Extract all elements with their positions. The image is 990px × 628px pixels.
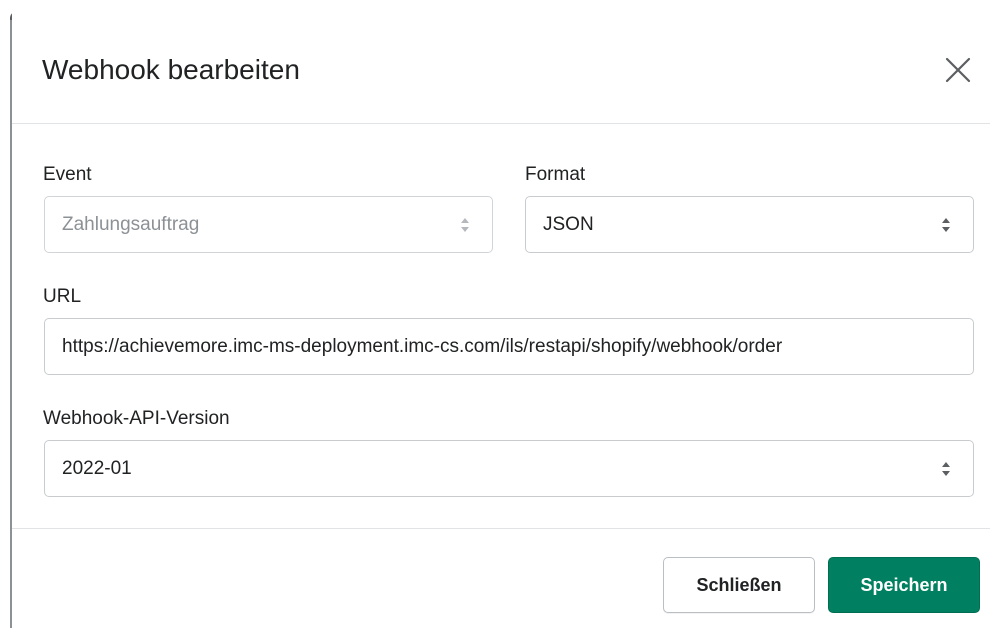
- save-button[interactable]: Speichern: [828, 557, 980, 613]
- select-arrows-icon: [461, 217, 469, 232]
- modal-footer: Schließen Speichern: [12, 528, 990, 628]
- format-label: Format: [525, 164, 586, 185]
- format-select-value: JSON: [543, 213, 594, 235]
- api-version-label: Webhook-API-Version: [43, 408, 230, 429]
- modal-title: Webhook bearbeiten: [42, 54, 300, 85]
- api-version-select[interactable]: 2022-01: [44, 440, 974, 497]
- close-icon: [945, 57, 971, 83]
- event-label: Event: [43, 164, 92, 185]
- select-arrows-icon: [942, 461, 950, 476]
- close-button[interactable]: [938, 50, 978, 90]
- modal-header: Webhook bearbeiten: [12, 20, 990, 124]
- url-label: URL: [43, 286, 82, 307]
- edit-webhook-modal: Webhook bearbeiten Event Zahlungsauftrag…: [12, 0, 990, 628]
- url-input-value: https://achievemore.imc-ms-deployment.im…: [62, 335, 783, 357]
- close-modal-button[interactable]: Schließen: [663, 557, 815, 613]
- event-select[interactable]: Zahlungsauftrag: [44, 196, 493, 253]
- select-arrows-icon: [942, 217, 950, 232]
- api-version-select-value: 2022-01: [62, 457, 132, 479]
- format-select[interactable]: JSON: [525, 196, 974, 253]
- url-input[interactable]: https://achievemore.imc-ms-deployment.im…: [44, 318, 974, 375]
- event-select-value: Zahlungsauftrag: [62, 213, 200, 235]
